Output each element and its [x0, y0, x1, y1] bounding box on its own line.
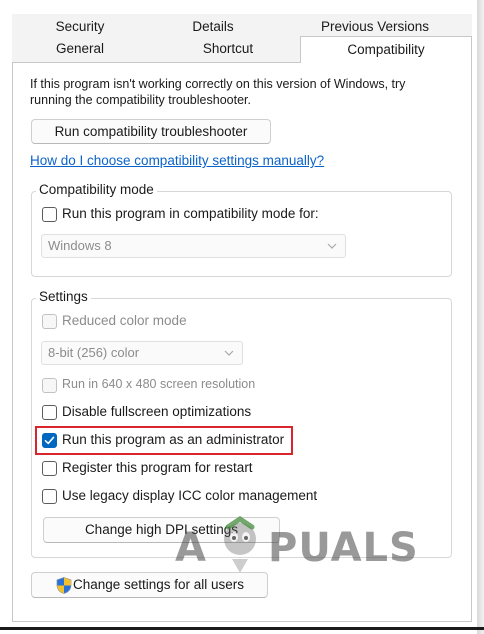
tab-previous-versions[interactable]: Previous Versions: [300, 17, 450, 37]
uac-shield-icon: [56, 577, 72, 594]
tab-general[interactable]: General: [14, 39, 146, 61]
change-dpi-settings-button[interactable]: Change high DPI settings: [43, 517, 280, 543]
run-troubleshooter-button[interactable]: Run compatibility troubleshooter: [31, 119, 271, 144]
compatibility-mode-group-label: Compatibility mode: [36, 182, 157, 197]
disable-fullscreen-checkbox[interactable]: [42, 405, 57, 420]
color-depth-select[interactable]: 8-bit (256) color: [41, 341, 243, 365]
legacy-icc-label: Use legacy display ICC color management: [62, 488, 318, 503]
intro-text-line2: running the compatibility troubleshooter…: [30, 93, 251, 107]
manual-settings-help-link[interactable]: How do I choose compatibility settings m…: [30, 153, 324, 168]
reduced-color-label: Reduced color mode: [62, 313, 187, 328]
reduced-color-checkbox[interactable]: [42, 314, 57, 329]
change-all-users-label: Change settings for all users: [72, 577, 245, 592]
compat-mode-checkbox[interactable]: [42, 207, 57, 222]
compat-os-select[interactable]: Windows 8: [41, 234, 346, 258]
tab-compatibility[interactable]: Compatibility: [300, 36, 472, 63]
color-depth-select-value: 8-bit (256) color: [48, 345, 140, 360]
disable-fullscreen-label: Disable fullscreen optimizations: [62, 404, 252, 419]
compat-mode-label: Run this program in compatibility mode f…: [62, 206, 319, 221]
register-restart-label: Register this program for restart: [62, 460, 253, 475]
window-bottom-border: [0, 627, 484, 630]
legacy-icc-checkbox[interactable]: [42, 489, 57, 504]
tab-shortcut[interactable]: Shortcut: [148, 39, 308, 61]
window-edge-shadow: [477, 0, 484, 634]
checkmark-icon: [44, 436, 55, 445]
change-all-users-button[interactable]: Change settings for all users: [31, 572, 268, 598]
chevron-down-icon: [224, 350, 234, 356]
properties-dialog: Security Details Previous Versions Gener…: [0, 0, 484, 634]
run-as-admin-label: Run this program as an administrator: [62, 432, 285, 447]
res-640-label: Run in 640 x 480 screen resolution: [62, 377, 256, 391]
tab-details[interactable]: Details: [148, 17, 278, 37]
settings-group-label: Settings: [36, 289, 91, 304]
compat-os-select-value: Windows 8: [48, 238, 112, 253]
register-restart-checkbox[interactable]: [42, 461, 57, 476]
run-as-admin-checkbox[interactable]: [42, 433, 57, 448]
intro-text-line1: If this program isn't working correctly …: [30, 77, 406, 91]
tab-security[interactable]: Security: [14, 17, 146, 37]
chevron-down-icon: [327, 243, 337, 249]
res-640-checkbox[interactable]: [42, 378, 57, 393]
